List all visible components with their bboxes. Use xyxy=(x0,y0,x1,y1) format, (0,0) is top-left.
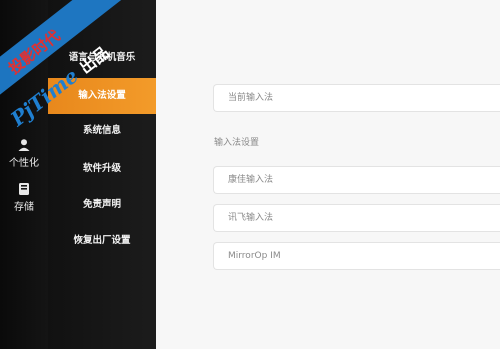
menu-item-input-method[interactable]: 输入法设置 xyxy=(48,78,156,114)
input-method-option-xunfei[interactable]: 讯飞输入法 xyxy=(213,204,500,232)
section-label: 输入法设置 xyxy=(214,138,260,148)
settings-menu: 语言与开机音乐 输入法设置 系统信息 软件升级 免责声明 恢复出厂设置 xyxy=(48,0,156,349)
person-icon xyxy=(18,139,30,151)
menu-item-language-boot-music[interactable]: 语言与开机音乐 xyxy=(48,40,156,76)
menu-item-system-info[interactable]: 系统信息 xyxy=(48,113,156,149)
menu-item-factory-reset[interactable]: 恢复出厂设置 xyxy=(48,223,156,259)
tv-settings-screen: 个性化 存储 语言与开机音乐 输入法设置 系统信息 软件升级 免责声明 恢复出厂… xyxy=(0,0,500,349)
current-input-method-field[interactable]: 当前输入法 xyxy=(213,84,500,112)
rail-item-label: 存储 xyxy=(14,202,34,213)
rail-item-personalize[interactable]: 个性化 xyxy=(0,138,48,169)
rail-item-storage[interactable]: 存储 xyxy=(0,182,48,213)
rail-item-label: 个性化 xyxy=(9,158,39,169)
input-method-option-konka[interactable]: 康佳输入法 xyxy=(213,166,500,194)
content-panel: 当前输入法 输入法设置 康佳输入法 讯飞输入法 MirrorOp IM xyxy=(156,0,500,349)
menu-item-disclaimer[interactable]: 免责声明 xyxy=(48,187,156,223)
menu-item-software-update[interactable]: 软件升级 xyxy=(48,151,156,187)
input-method-option-mirrorop[interactable]: MirrorOp IM xyxy=(213,242,500,270)
category-rail: 个性化 存储 xyxy=(0,0,48,349)
storage-icon xyxy=(19,183,29,195)
